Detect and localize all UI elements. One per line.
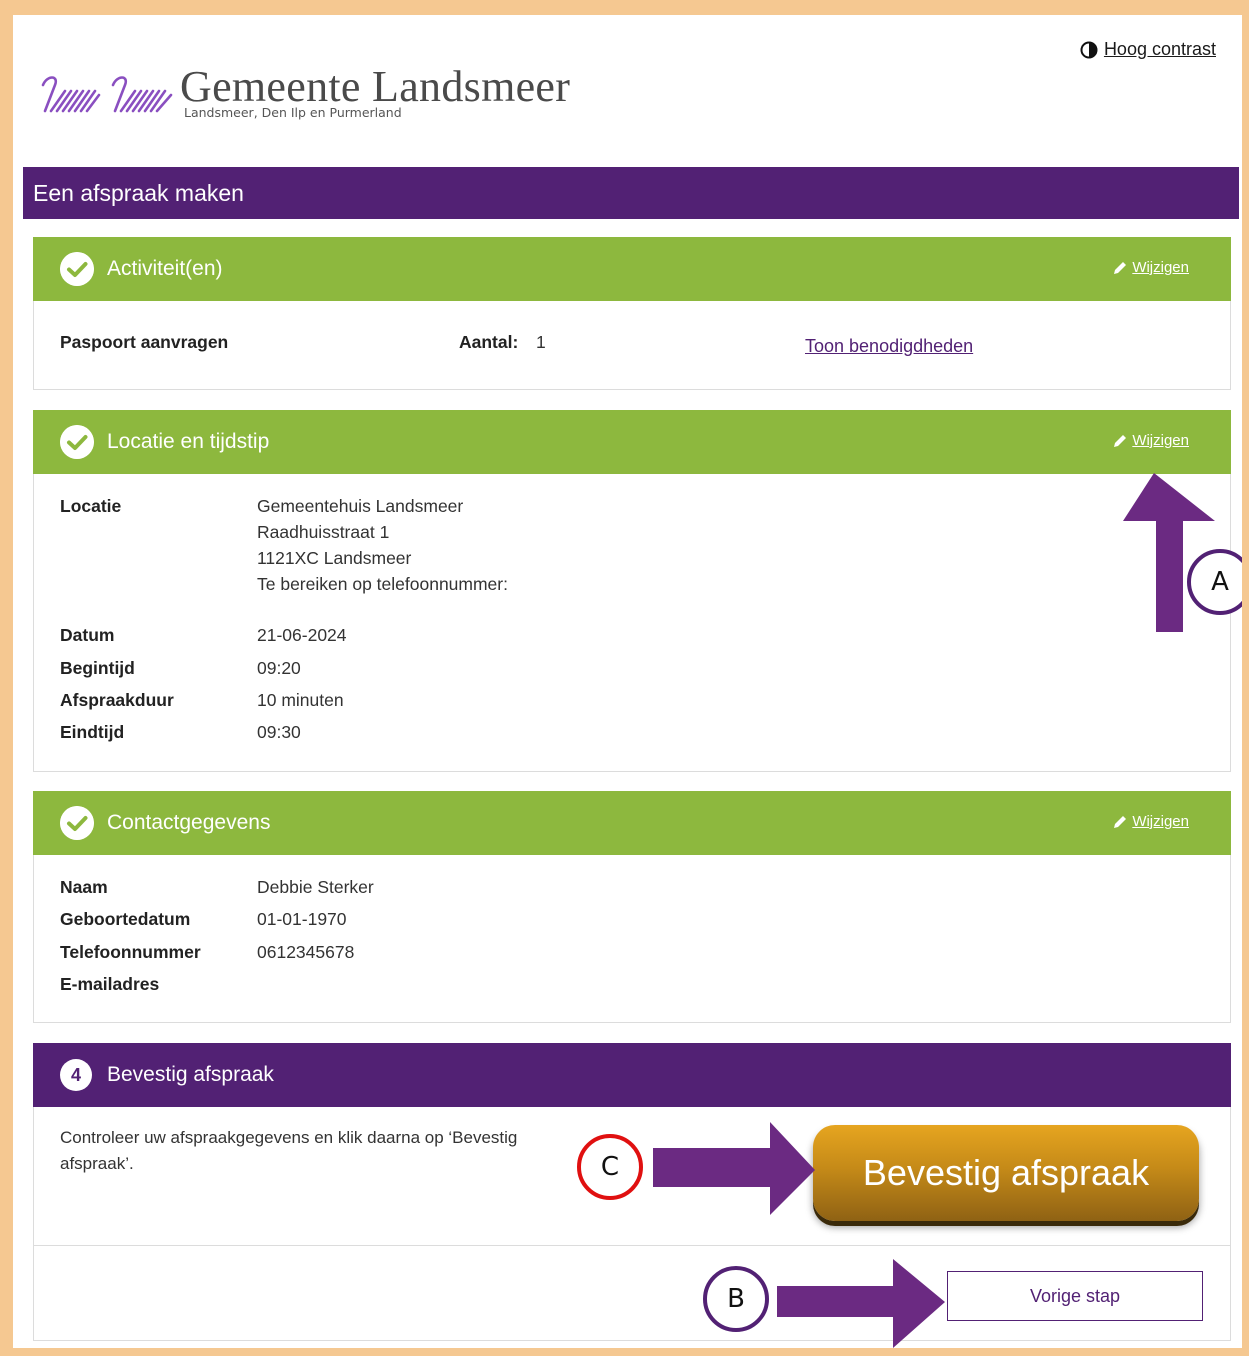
edit-contact-label: Wijzigen — [1132, 813, 1189, 830]
end-time-value: 09:30 — [257, 722, 301, 742]
activities-header: Activiteit(en) Wijzigen — [33, 237, 1231, 301]
pencil-icon — [1114, 815, 1127, 828]
confirm-title: Bevestig afspraak — [107, 1063, 274, 1086]
contact-panel: Contactgegevens Wijzigen Naam Debbie Ste… — [33, 791, 1231, 1023]
checkmark-icon — [60, 806, 94, 840]
location-panel: Locatie en tijdstip Wijzigen Locatie Gem… — [33, 410, 1231, 772]
confirm-instruction-line: afspraak’. — [60, 1154, 134, 1173]
page-frame: Gemeente Landsmeer Landsmeer, Den Ilp en… — [13, 15, 1242, 1348]
logo-swans-icon — [41, 76, 173, 113]
location-label: Locatie — [60, 496, 122, 516]
contrast-icon — [1080, 41, 1098, 58]
location-header: Locatie en tijdstip Wijzigen — [33, 410, 1231, 474]
name-label: Naam — [60, 877, 108, 897]
edit-activities-link[interactable]: Wijzigen — [1112, 259, 1189, 276]
start-time-value: 09:20 — [257, 658, 301, 678]
divider — [34, 1245, 1230, 1246]
date-label: Datum — [60, 625, 115, 645]
checkmark-icon — [60, 425, 94, 459]
date-value: 21-06-2024 — [257, 625, 347, 645]
phone-value: 0612345678 — [257, 942, 355, 962]
count-value: 1 — [536, 332, 546, 352]
edit-location-label: Wijzigen — [1132, 432, 1189, 449]
previous-step-button[interactable]: Vorige stap — [947, 1271, 1203, 1321]
edit-activities-label: Wijzigen — [1132, 259, 1189, 276]
birthdate-label: Geboortedatum — [60, 909, 191, 929]
end-time-label: Eindtijd — [60, 722, 125, 742]
edit-location-link[interactable]: Wijzigen — [1112, 432, 1189, 449]
address-line: Gemeentehuis Landsmeer — [257, 496, 464, 516]
pencil-icon — [1114, 434, 1127, 447]
email-label: E-mailadres — [60, 974, 160, 994]
annotation-circle-c: C — [577, 1134, 643, 1200]
address-line: Raadhuisstraat 1 — [257, 522, 390, 542]
contact-title: Contactgegevens — [107, 811, 271, 834]
name-value: Debbie Sterker — [257, 877, 374, 897]
annotation-circle-b: B — [703, 1266, 769, 1332]
high-contrast-toggle[interactable]: Hoog contrast — [1080, 39, 1216, 60]
show-requirements-link[interactable]: Toon benodigdheden — [805, 336, 973, 357]
count-label: Aantal: — [459, 332, 519, 352]
pencil-icon — [1114, 261, 1127, 274]
start-time-label: Begintijd — [60, 658, 135, 678]
address-line: 1121XC Landsmeer — [257, 548, 412, 568]
brand-subtitle: Landsmeer, Den Ilp en Purmerland — [184, 105, 402, 120]
confirm-header: 4 Bevestig afspraak — [33, 1043, 1231, 1107]
address-line: Te bereiken op telefoonnummer: — [257, 574, 508, 594]
checkmark-icon — [60, 252, 94, 286]
contact-header: Contactgegevens Wijzigen — [33, 791, 1231, 855]
activities-panel: Activiteit(en) Wijzigen Paspoort aanvrag… — [33, 237, 1231, 390]
confirm-appointment-button[interactable]: Bevestig afspraak — [813, 1125, 1199, 1221]
activity-name: Paspoort aanvragen — [60, 332, 229, 352]
high-contrast-label: Hoog contrast — [1103, 39, 1216, 59]
step-number: 4 — [60, 1059, 92, 1091]
birthdate-value: 01-01-1970 — [257, 909, 347, 929]
edit-contact-link[interactable]: Wijzigen — [1112, 813, 1189, 830]
phone-label: Telefoonnummer — [60, 942, 201, 962]
activities-title: Activiteit(en) — [107, 257, 223, 280]
duration-value: 10 minuten — [257, 690, 344, 710]
duration-label: Afspraakduur — [60, 690, 174, 710]
location-title: Locatie en tijdstip — [107, 430, 270, 453]
confirm-instruction-line: Controleer uw afspraakgegevens en klik d… — [60, 1128, 518, 1147]
page-title: Een afspraak maken — [23, 167, 1239, 219]
